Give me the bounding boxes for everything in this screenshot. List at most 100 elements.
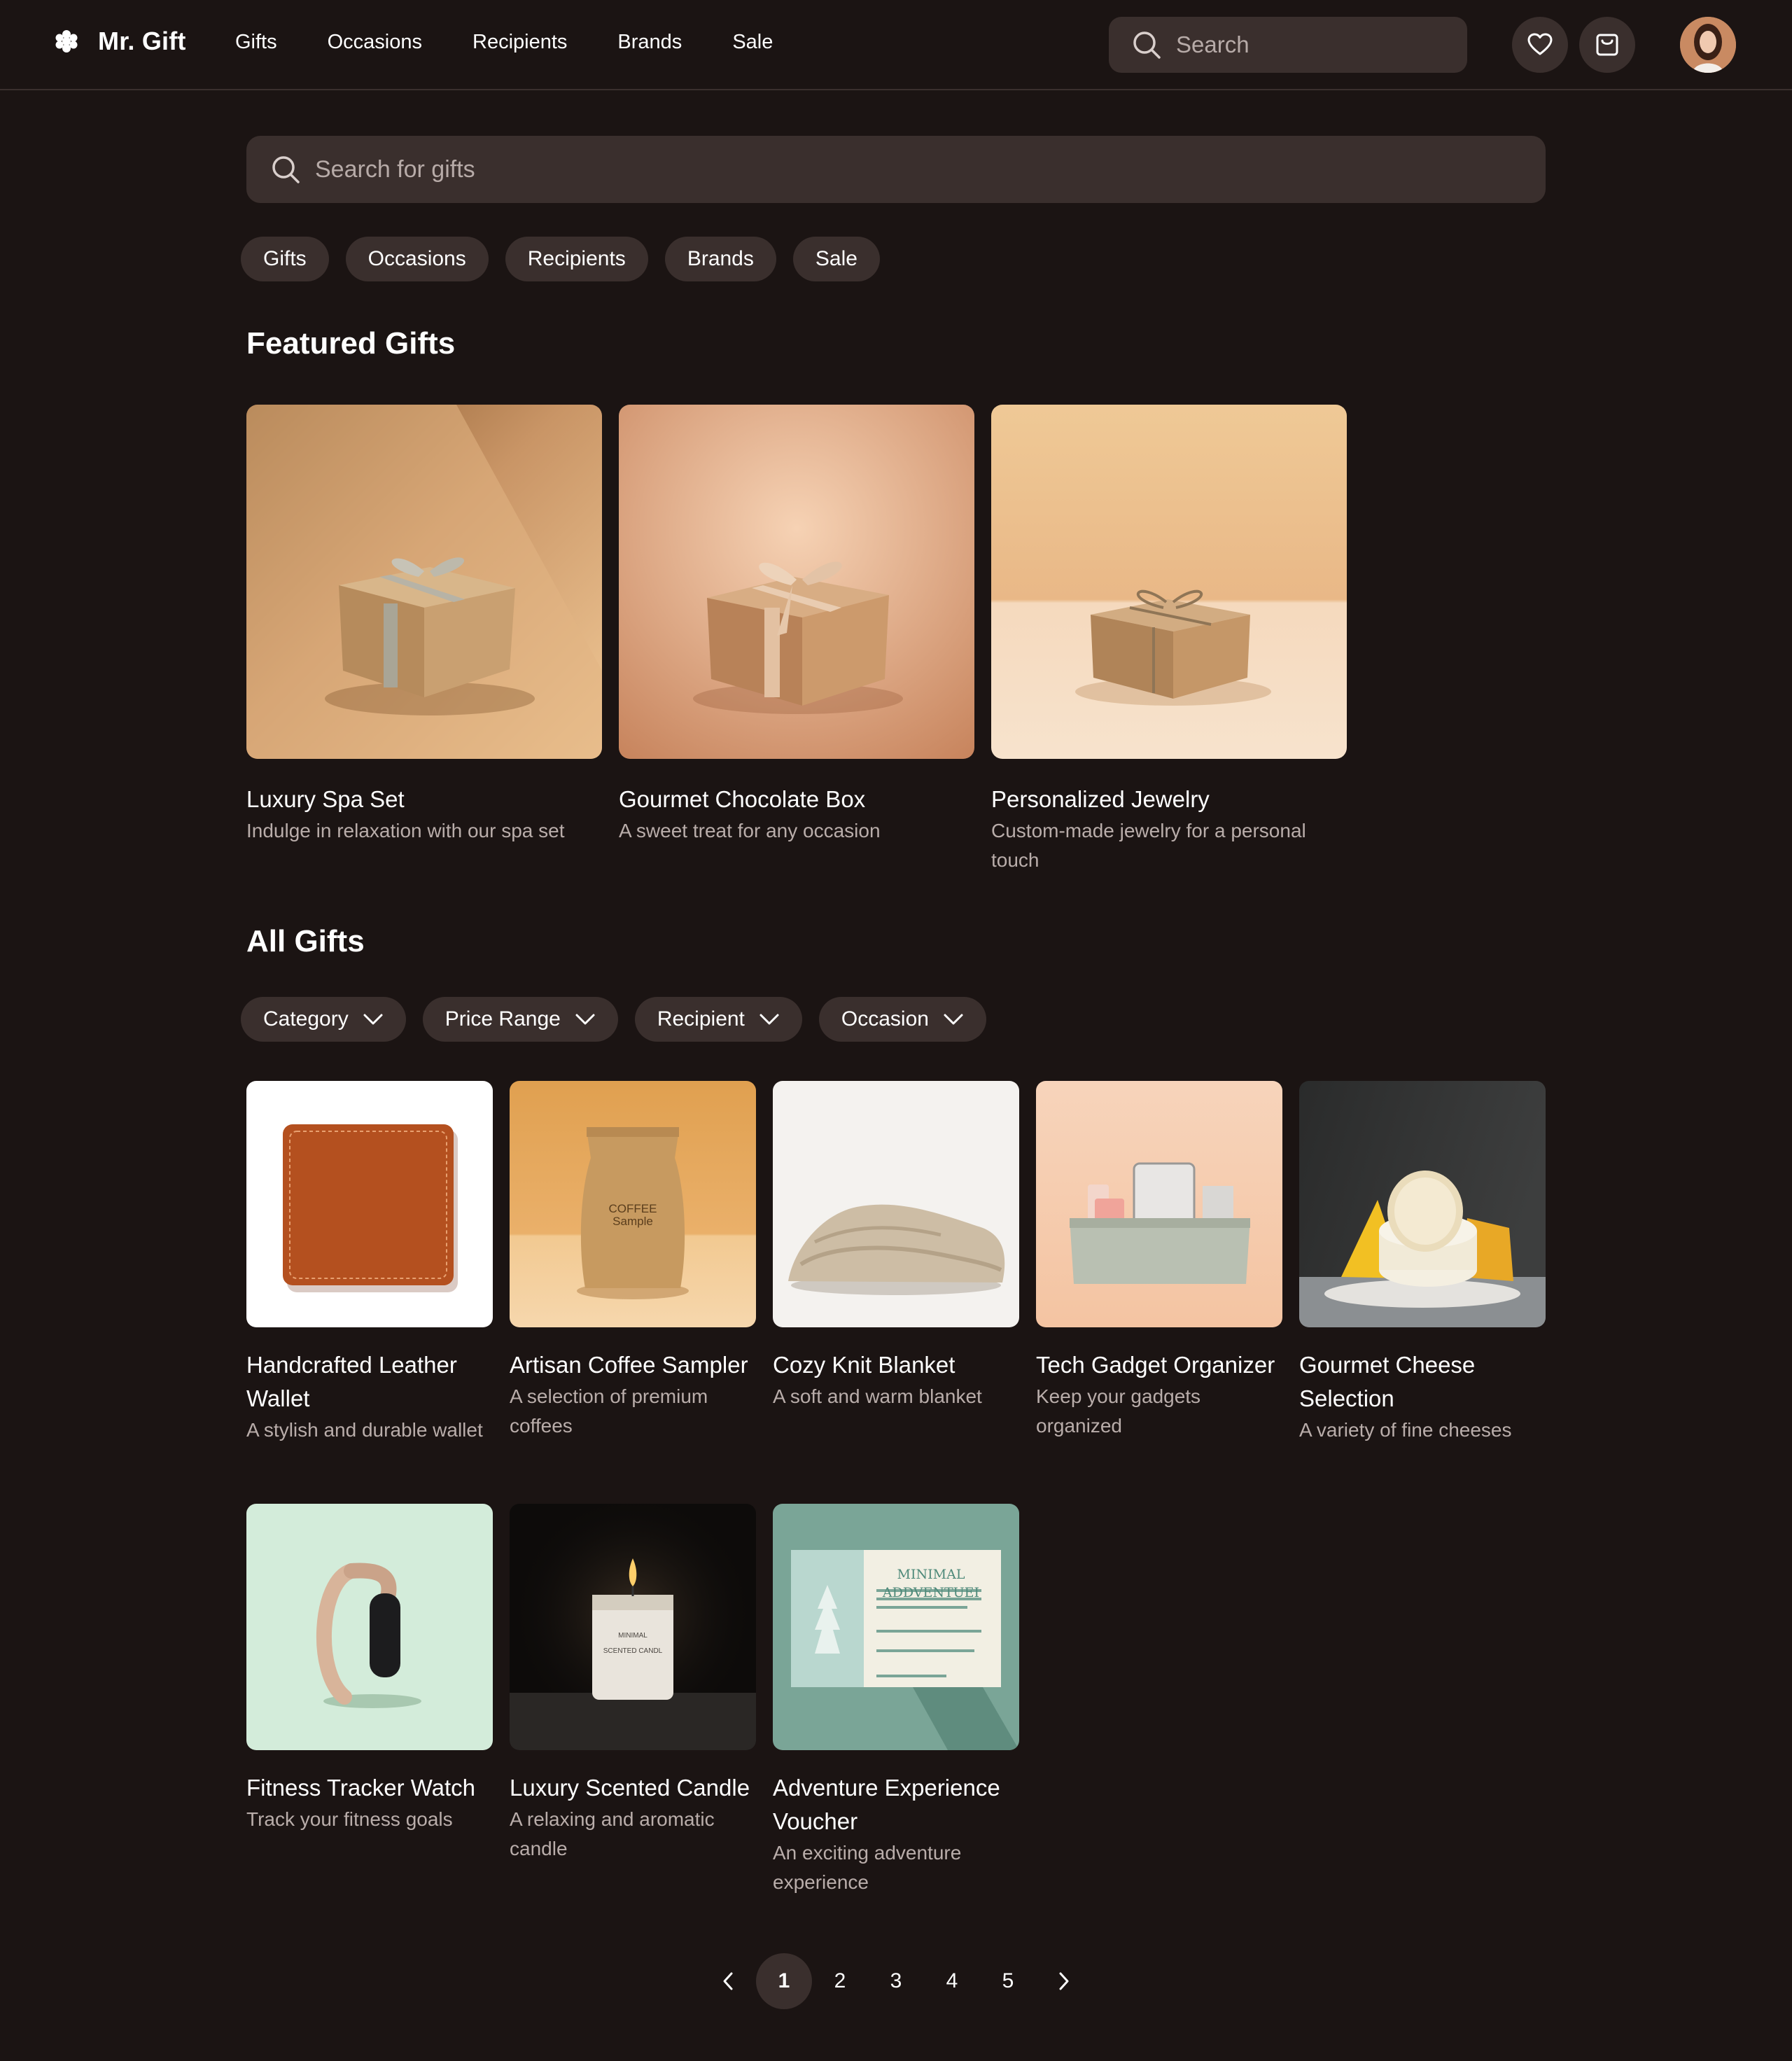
product-image bbox=[510, 1504, 756, 1750]
asterisk-logo-icon bbox=[55, 30, 78, 53]
featured-gifts-heading: Featured Gifts bbox=[246, 326, 456, 361]
product-title: Cozy Knit Blanket bbox=[773, 1352, 955, 1378]
candle-label-line: SCENTED CANDL bbox=[603, 1647, 663, 1655]
product-title: Personalized Jewelry bbox=[991, 786, 1210, 812]
chip-recipients[interactable]: Recipients bbox=[505, 237, 648, 281]
filter-occasion-dropdown[interactable]: Occasion bbox=[818, 997, 986, 1042]
page-5-button[interactable]: 5 bbox=[980, 1953, 1036, 2009]
product-description: A selection of premium coffees bbox=[510, 1385, 708, 1437]
gift-card-fitness-tracker[interactable]: Fitness Tracker Watch Track your fitness… bbox=[246, 1504, 493, 1834]
gift-card-knit-blanket[interactable]: Cozy Knit Blanket A soft and warm blanke… bbox=[773, 1081, 1019, 1411]
product-image bbox=[1299, 1081, 1546, 1327]
gift-card-coffee-sampler[interactable]: Artisan Coffee Sampler A selection of pr… bbox=[510, 1081, 756, 1441]
coffee-bag-label: COFFEE Sample bbox=[599, 1203, 666, 1228]
page-3-button[interactable]: 3 bbox=[868, 1953, 924, 2009]
voucher-label: MINIMAL ADDVENTUEI bbox=[868, 1565, 994, 1602]
gift-card-leather-wallet[interactable]: Handcrafted Leather Wallet A stylish and… bbox=[246, 1081, 493, 1445]
gift-card-tech-organizer[interactable]: Tech Gadget Organizer Keep your gadgets … bbox=[1036, 1081, 1282, 1441]
nav-gifts[interactable]: Gifts bbox=[235, 31, 277, 54]
coffee-bag-label-line: Sample bbox=[612, 1215, 653, 1228]
product-title: Tech Gadget Organizer bbox=[1036, 1352, 1275, 1378]
product-image bbox=[246, 1081, 493, 1327]
chevron-down-icon bbox=[944, 1014, 963, 1025]
product-title: Luxury Scented Candle bbox=[510, 1775, 750, 1801]
candle-label-line: MINIMAL bbox=[618, 1632, 648, 1640]
gift-search-input[interactable] bbox=[315, 155, 1505, 183]
product-description: A soft and warm blanket bbox=[773, 1385, 982, 1407]
product-image bbox=[619, 405, 974, 759]
product-image bbox=[246, 405, 602, 759]
filter-recipient-dropdown[interactable]: Recipient bbox=[634, 997, 802, 1042]
cart-button[interactable] bbox=[1579, 17, 1635, 73]
chip-sale[interactable]: Sale bbox=[792, 237, 880, 281]
featured-card-chocolate-box[interactable]: Gourmet Chocolate Box A sweet treat for … bbox=[619, 405, 974, 846]
filter-label: Category bbox=[263, 1007, 349, 1030]
avatar[interactable] bbox=[1680, 17, 1736, 73]
page-4-button[interactable]: 4 bbox=[924, 1953, 980, 2009]
previous-page-button[interactable] bbox=[700, 1953, 756, 2009]
search-icon bbox=[272, 156, 300, 183]
search-icon bbox=[1133, 32, 1161, 59]
pagination: 1 2 3 4 5 bbox=[700, 1953, 1092, 2009]
chip-occasions[interactable]: Occasions bbox=[345, 237, 489, 281]
product-description: A relaxing and aromatic candle bbox=[510, 1808, 715, 1859]
product-title: Gourmet Chocolate Box bbox=[619, 786, 866, 812]
brand-name: Mr. Gift bbox=[98, 27, 186, 55]
product-description: A variety of fine cheeses bbox=[1299, 1419, 1512, 1441]
product-title: Gourmet Cheese Selection bbox=[1299, 1352, 1476, 1411]
featured-card-jewelry[interactable]: Personalized Jewelry Custom-made jewelry… bbox=[991, 405, 1347, 875]
product-description: Keep your gadgets organized bbox=[1036, 1385, 1201, 1437]
all-gifts-heading: All Gifts bbox=[246, 924, 365, 958]
gift-card-cheese-selection[interactable]: Gourmet Cheese Selection A variety of fi… bbox=[1299, 1081, 1546, 1445]
page-2-button[interactable]: 2 bbox=[812, 1953, 868, 2009]
product-title: Luxury Spa Set bbox=[246, 786, 405, 812]
filter-label: Recipient bbox=[657, 1007, 745, 1030]
product-title: Adventure Experience Voucher bbox=[773, 1775, 1000, 1834]
product-title: Fitness Tracker Watch bbox=[246, 1775, 476, 1801]
top-navigation-bar: Mr. Gift Gifts Occasions Recipients Bran… bbox=[0, 0, 1792, 90]
filter-category-dropdown[interactable]: Category bbox=[241, 997, 406, 1042]
chevron-left-icon bbox=[723, 1972, 733, 1990]
chip-brands[interactable]: Brands bbox=[664, 237, 776, 281]
filter-label: Occasion bbox=[841, 1007, 929, 1030]
chevron-down-icon bbox=[760, 1014, 779, 1025]
chip-gifts[interactable]: Gifts bbox=[241, 237, 329, 281]
page-1-button[interactable]: 1 bbox=[756, 1953, 812, 2009]
coffee-bag-label-line: COFFEE bbox=[608, 1202, 657, 1215]
product-description: A stylish and durable wallet bbox=[246, 1419, 483, 1441]
filter-label: Price Range bbox=[444, 1007, 561, 1030]
next-page-button[interactable] bbox=[1036, 1953, 1092, 2009]
shopping-bag-icon bbox=[1596, 34, 1618, 56]
featured-card-spa-set[interactable]: Luxury Spa Set Indulge in relaxation wit… bbox=[246, 405, 602, 846]
chevron-down-icon bbox=[363, 1014, 383, 1025]
brand[interactable]: Mr. Gift bbox=[55, 27, 186, 56]
nav-brands[interactable]: Brands bbox=[617, 31, 682, 54]
product-description: Custom-made jewelry for a personal touch bbox=[991, 820, 1306, 871]
chevron-down-icon bbox=[575, 1014, 595, 1025]
product-title: Handcrafted Leather Wallet bbox=[246, 1352, 457, 1411]
candle-label: MINIMAL SCENTED CANDL bbox=[592, 1628, 673, 1659]
product-image bbox=[1036, 1081, 1282, 1327]
heart-icon bbox=[1527, 33, 1553, 55]
nav-occasions[interactable]: Occasions bbox=[328, 31, 422, 54]
nav-sale[interactable]: Sale bbox=[732, 31, 773, 54]
user-avatar-image bbox=[1680, 17, 1736, 73]
product-image bbox=[773, 1504, 1019, 1750]
gift-card-adventure-voucher[interactable]: Adventure Experience Voucher An exciting… bbox=[773, 1504, 1019, 1897]
filter-dropdowns: Category Price Range Recipient Occasion bbox=[241, 997, 986, 1042]
voucher-label-line: MINIMAL bbox=[897, 1567, 965, 1582]
product-image bbox=[773, 1081, 1019, 1327]
voucher-label-line: ADDVENTUEI bbox=[882, 1585, 980, 1600]
wishlist-button[interactable] bbox=[1512, 17, 1568, 73]
filter-price-range-dropdown[interactable]: Price Range bbox=[422, 997, 618, 1042]
chevron-right-icon bbox=[1059, 1972, 1069, 1990]
product-image bbox=[246, 1504, 493, 1750]
nav-recipients[interactable]: Recipients bbox=[472, 31, 567, 54]
top-nav: Gifts Occasions Recipients Brands Sale bbox=[235, 31, 773, 54]
gift-card-scented-candle[interactable]: Luxury Scented Candle A relaxing and aro… bbox=[510, 1504, 756, 1864]
product-description: Indulge in relaxation with our spa set bbox=[246, 820, 565, 841]
gift-search-bar[interactable] bbox=[246, 136, 1546, 203]
header-search[interactable] bbox=[1109, 17, 1467, 73]
product-image bbox=[991, 405, 1347, 759]
header-search-input[interactable] bbox=[1176, 32, 1442, 58]
